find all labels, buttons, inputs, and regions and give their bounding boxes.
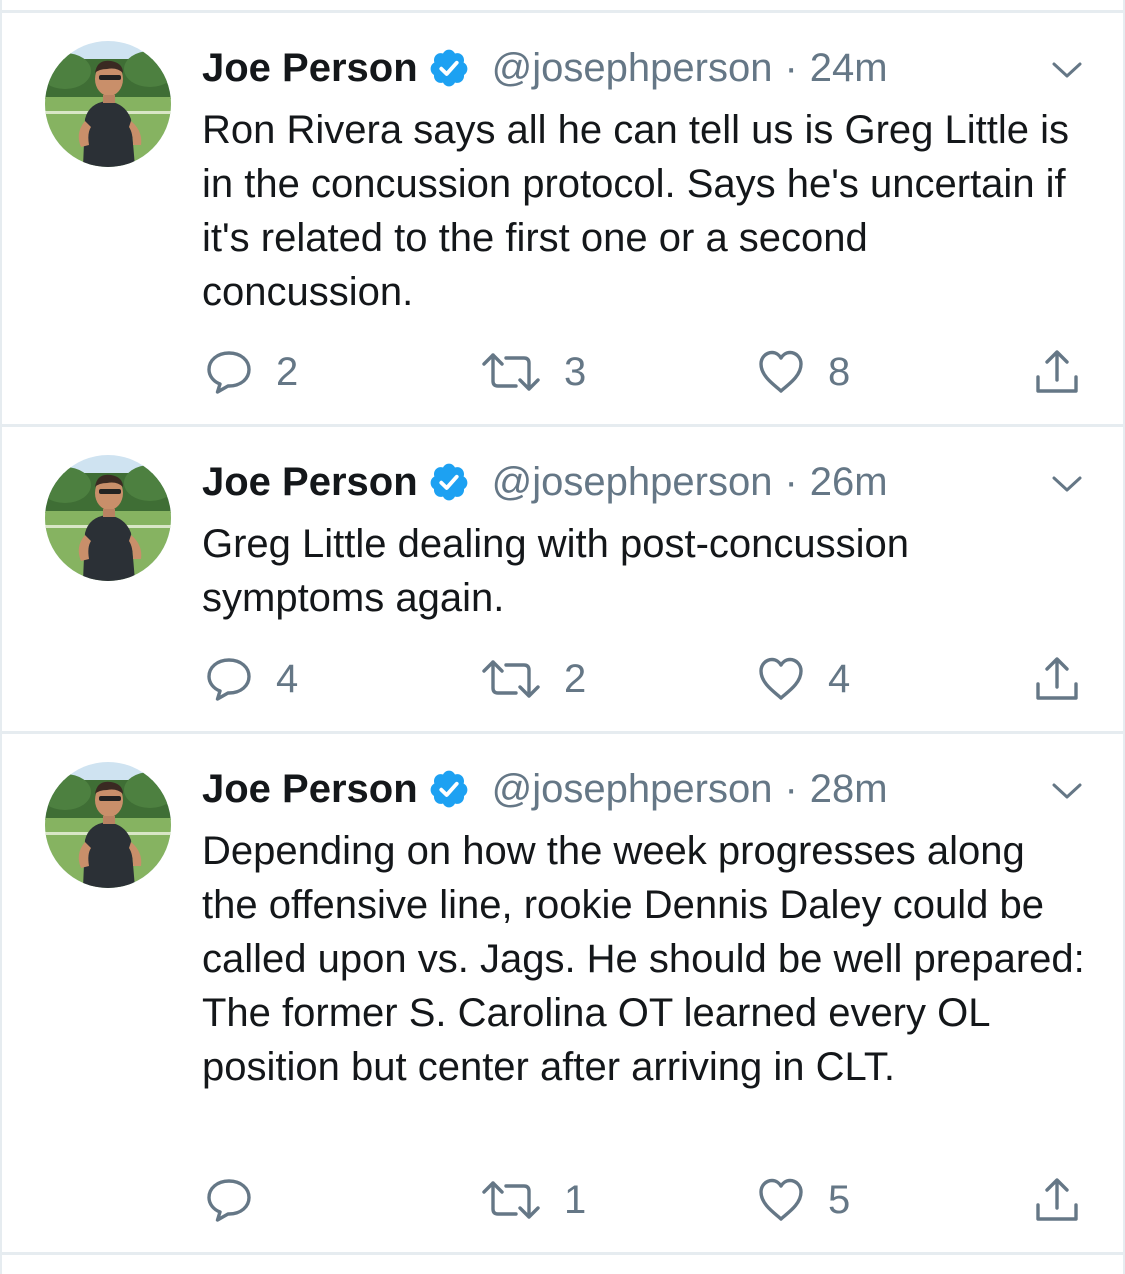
verified-badge-icon (428, 768, 470, 810)
reply-icon (204, 347, 254, 397)
reply-icon (204, 654, 254, 704)
author-handle[interactable]: @josephperson (492, 460, 773, 505)
reply-button[interactable]: 4 (204, 654, 298, 704)
like-button[interactable]: 8 (756, 347, 850, 397)
tweet-header: Joe Person @josephperson · 28m (202, 761, 1085, 817)
author-name[interactable]: Joe Person (202, 46, 418, 91)
separator-dot: · (784, 766, 798, 811)
chevron-down-icon[interactable] (1049, 52, 1085, 88)
retweet-icon (480, 1175, 542, 1225)
timestamp[interactable]: 24m (810, 46, 888, 91)
author-handle[interactable]: @josephperson (492, 46, 773, 91)
retweet-button[interactable]: 2 (480, 654, 586, 704)
tweet-actions: 4 2 4 (0, 654, 1125, 704)
share-icon (1032, 347, 1082, 397)
share-button[interactable] (1032, 654, 1082, 704)
retweet-button[interactable]: 3 (480, 347, 586, 397)
like-icon (756, 654, 806, 704)
author-handle[interactable]: @josephperson (492, 767, 773, 812)
reply-count: 4 (276, 656, 299, 701)
share-button[interactable] (1032, 1175, 1082, 1225)
tweet-text: Ron Rivera says all he can tell us is Gr… (202, 108, 1070, 314)
separator-dot: · (784, 45, 798, 90)
separator-dot: · (784, 459, 798, 504)
chevron-down-icon[interactable] (1049, 466, 1085, 502)
share-button[interactable] (1032, 347, 1082, 397)
avatar[interactable] (45, 41, 171, 167)
like-count: 8 (828, 349, 851, 394)
retweet-count: 1 (564, 1177, 587, 1222)
tweet-header: Joe Person @josephperson · 24m (202, 40, 1085, 96)
reply-button[interactable] (204, 1175, 276, 1225)
avatar[interactable] (45, 455, 171, 581)
tweet[interactable]: Joe Person @josephperson · 28m Depending… (0, 734, 1125, 1252)
avatar[interactable] (45, 762, 171, 888)
verified-badge-icon (428, 461, 470, 503)
tweet-actions: 1 5 (0, 1175, 1125, 1225)
tweet-actions: 2 3 8 (0, 347, 1125, 397)
tweet[interactable]: Joe Person @josephperson · 24m Ron River… (0, 13, 1125, 424)
retweet-icon (480, 654, 542, 704)
tweet-text: Greg Little dealing with post-concussion… (202, 522, 910, 620)
verified-badge-icon (428, 47, 470, 89)
tweet-header: Joe Person @josephperson · 26m (202, 454, 1085, 510)
retweet-count: 2 (564, 656, 587, 701)
retweet-icon (480, 347, 542, 397)
like-button[interactable]: 4 (756, 654, 850, 704)
timestamp[interactable]: 28m (810, 767, 888, 812)
tweet-text: Depending on how the week progresses alo… (202, 829, 1085, 1089)
like-count: 5 (828, 1177, 851, 1222)
retweet-button[interactable]: 1 (480, 1175, 586, 1225)
retweet-count: 3 (564, 349, 587, 394)
tweet[interactable]: Joe Person @josephperson · 26m Greg Litt… (0, 427, 1125, 731)
reply-button[interactable]: 2 (204, 347, 298, 397)
reply-count: 2 (276, 349, 299, 394)
share-icon (1032, 1175, 1082, 1225)
like-count: 4 (828, 656, 851, 701)
timestamp[interactable]: 26m (810, 460, 888, 505)
author-name[interactable]: Joe Person (202, 460, 418, 505)
chevron-down-icon[interactable] (1049, 773, 1085, 809)
like-button[interactable]: 5 (756, 1175, 850, 1225)
like-icon (756, 1175, 806, 1225)
share-icon (1032, 654, 1082, 704)
divider (0, 1252, 1125, 1255)
timeline: Joe Person @josephperson · 24m Ron River… (0, 0, 1125, 1274)
reply-icon (204, 1175, 254, 1225)
author-name[interactable]: Joe Person (202, 767, 418, 812)
like-icon (756, 347, 806, 397)
